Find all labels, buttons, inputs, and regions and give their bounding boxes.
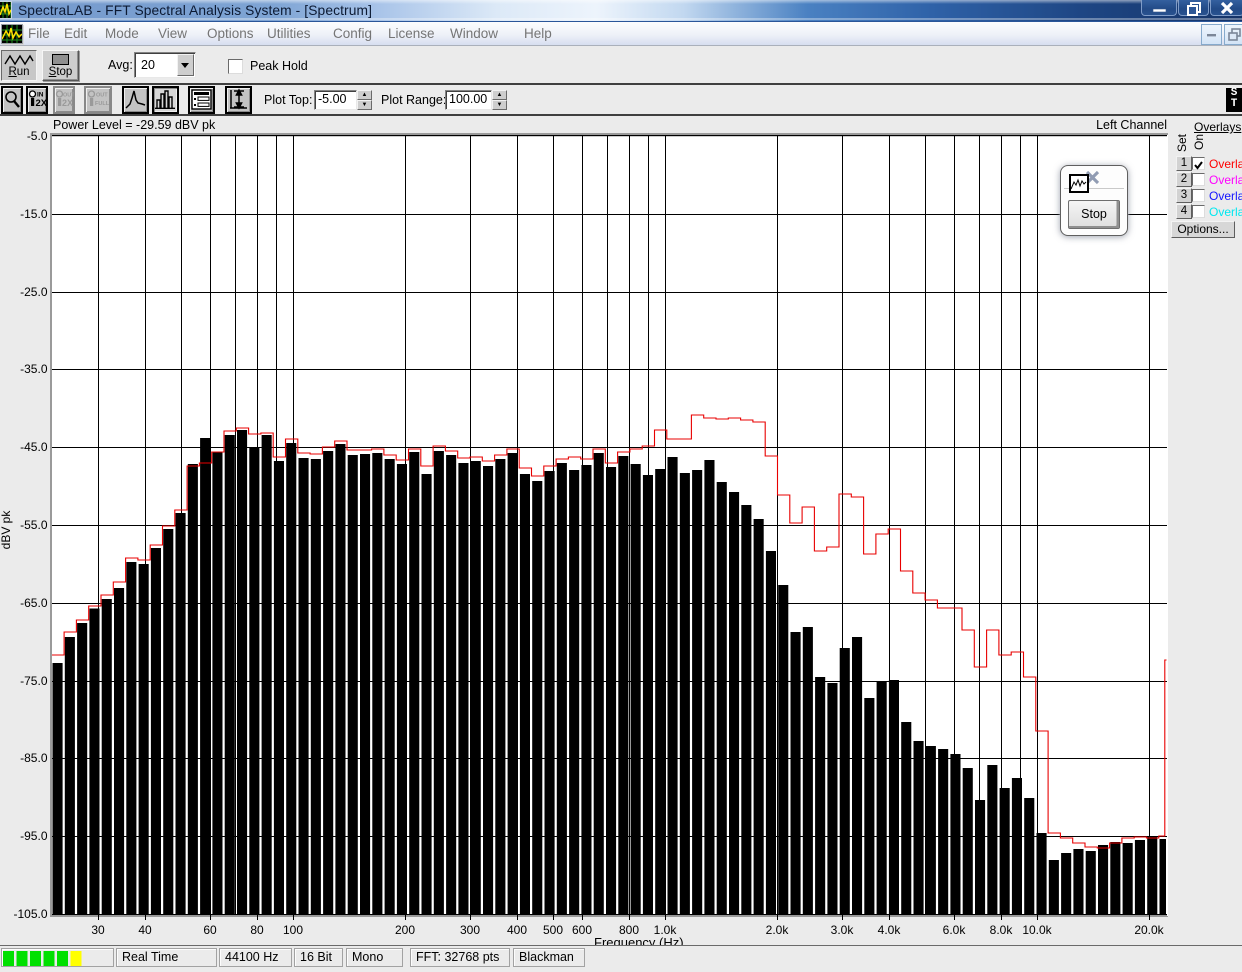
svg-text:400: 400 bbox=[507, 923, 527, 937]
svg-text:20.0k: 20.0k bbox=[1134, 923, 1164, 937]
svg-text:40: 40 bbox=[138, 923, 152, 937]
svg-text:4.0k: 4.0k bbox=[878, 923, 902, 937]
svg-text:dBV pk: dBV pk bbox=[0, 510, 13, 550]
svg-text:30: 30 bbox=[91, 923, 105, 937]
svg-text:-85.0: -85.0 bbox=[20, 751, 48, 765]
svg-text:8.0k: 8.0k bbox=[990, 923, 1014, 937]
svg-text:600: 600 bbox=[572, 923, 592, 937]
svg-text:80: 80 bbox=[250, 923, 264, 937]
svg-text:-75.0: -75.0 bbox=[20, 674, 48, 688]
svg-text:100: 100 bbox=[283, 923, 303, 937]
svg-text:-35.0: -35.0 bbox=[20, 362, 48, 376]
svg-text:500: 500 bbox=[543, 923, 563, 937]
svg-text:Left Channel: Left Channel bbox=[1096, 118, 1167, 132]
svg-text:60: 60 bbox=[203, 923, 217, 937]
svg-text:-45.0: -45.0 bbox=[20, 440, 48, 454]
svg-text:FULL: FULL bbox=[95, 101, 110, 107]
svg-text:300: 300 bbox=[460, 923, 480, 937]
svg-text:-55.0: -55.0 bbox=[20, 518, 48, 532]
svg-text:-105.0: -105.0 bbox=[13, 907, 47, 921]
svg-text:2X: 2X bbox=[62, 98, 73, 108]
svg-text:6.0k: 6.0k bbox=[943, 923, 967, 937]
svg-text:-5.0: -5.0 bbox=[27, 129, 48, 143]
svg-text:Power Level = -29.59 dBV pk: Power Level = -29.59 dBV pk bbox=[53, 118, 216, 132]
svg-text:10.0k: 10.0k bbox=[1022, 923, 1052, 937]
svg-text:OUT: OUT bbox=[96, 93, 108, 99]
svg-text:3.0k: 3.0k bbox=[831, 923, 855, 937]
svg-text:2.0k: 2.0k bbox=[766, 923, 790, 937]
svg-text:-65.0: -65.0 bbox=[20, 596, 48, 610]
svg-text:-15.0: -15.0 bbox=[20, 207, 48, 221]
svg-text:-95.0: -95.0 bbox=[20, 829, 48, 843]
svg-text:200: 200 bbox=[395, 923, 415, 937]
svg-text:-25.0: -25.0 bbox=[20, 285, 48, 299]
svg-text:2X: 2X bbox=[36, 98, 48, 109]
